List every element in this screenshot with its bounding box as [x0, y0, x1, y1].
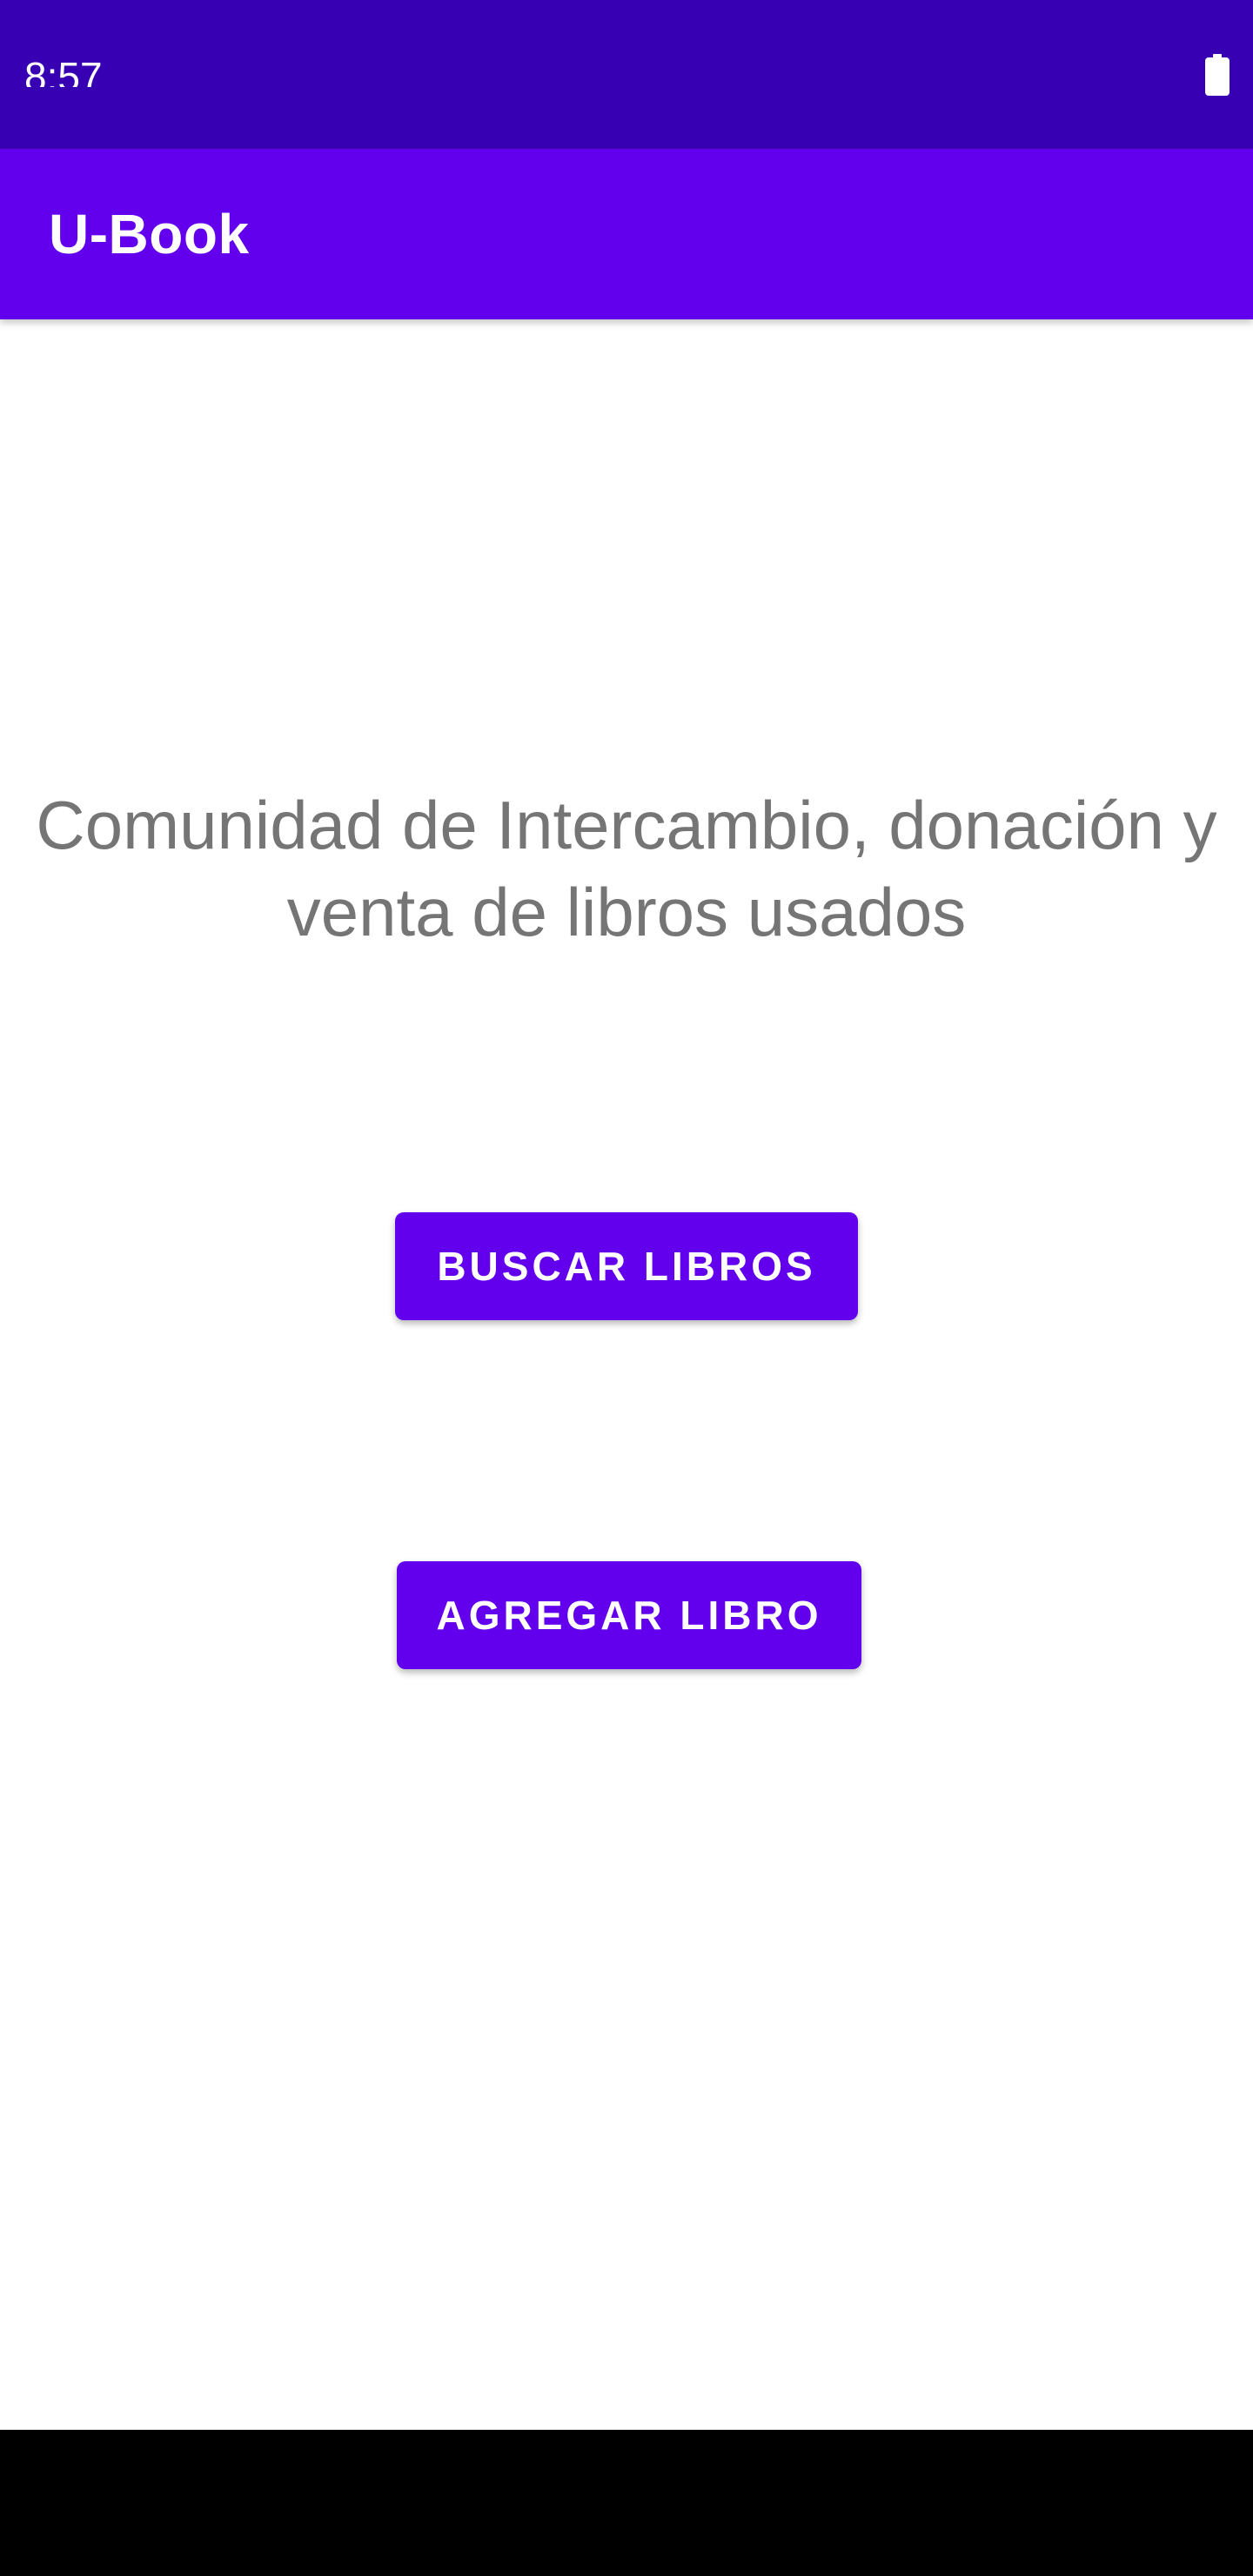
add-book-button[interactable]: AGREGAR LIBRO — [397, 1561, 861, 1669]
battery-full-icon — [1205, 54, 1230, 96]
status-bar: 8:57 — [0, 0, 1253, 149]
status-time: 8:57 — [24, 54, 103, 87]
app-bar: U-Book — [0, 149, 1253, 319]
app-screen: 8:57 U-Book Comunidad de Intercambio, do… — [0, 0, 1253, 2576]
navigation-bar — [0, 2430, 1253, 2576]
app-title: U-Book — [49, 203, 250, 265]
search-books-button[interactable]: BUSCAR LIBROS — [395, 1212, 858, 1320]
tagline-text: Comunidad de Intercambio, donación y ven… — [36, 787, 1217, 950]
